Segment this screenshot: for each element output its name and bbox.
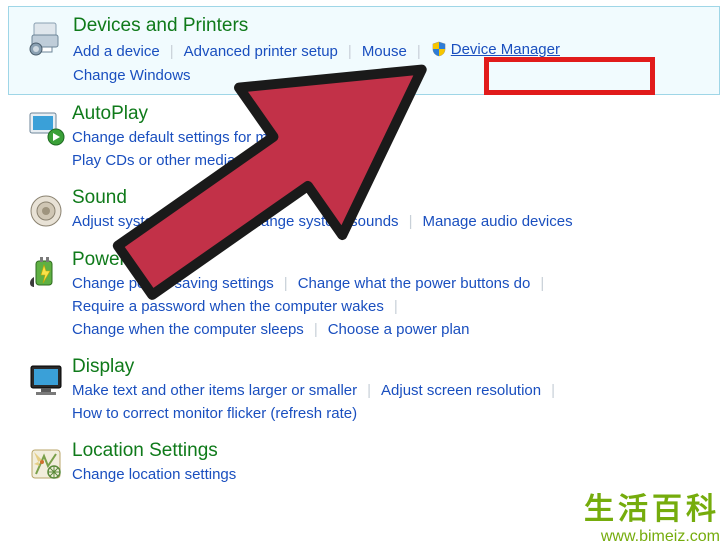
link-change-location[interactable]: Change location settings [72, 466, 236, 483]
links-row-2: How to correct monitor flicker (refresh … [72, 405, 718, 422]
link-play-cds[interactable]: Play CDs or other media automatically [72, 152, 327, 169]
separator: | [540, 275, 544, 292]
link-choose-plan[interactable]: Choose a power plan [328, 321, 470, 338]
link-power-saving[interactable]: Change power-saving settings [72, 275, 274, 292]
link-require-password[interactable]: Require a password when the computer wak… [72, 298, 384, 315]
separator: | [284, 275, 288, 292]
links-row-2: Change Windows [73, 67, 709, 84]
sound-icon [20, 187, 72, 231]
display-icon [20, 356, 72, 400]
link-resolution[interactable]: Adjust screen resolution [381, 382, 541, 399]
watermark-url: www.bimeiz.com [601, 528, 720, 546]
power-options-icon [20, 249, 72, 293]
separator: | [417, 43, 421, 60]
heading-display[interactable]: Display [72, 356, 718, 378]
separator: | [228, 213, 232, 230]
watermark-text: 生活百科 [584, 484, 720, 528]
links-row-2: Play CDs or other media automatically [72, 152, 718, 169]
links-row-3: Change when the computer sleeps | Choose… [72, 321, 718, 338]
uac-shield-icon [431, 41, 447, 61]
heading-power-options[interactable]: Power Options [72, 249, 718, 271]
link-change-system-sounds[interactable]: Change system sounds [242, 213, 399, 230]
section-devices-printers: Devices and Printers Add a device | Adva… [8, 6, 720, 95]
separator: | [409, 213, 413, 230]
separator: | [367, 382, 371, 399]
separator: | [394, 298, 398, 315]
link-manage-audio-devices[interactable]: Manage audio devices [422, 213, 572, 230]
separator: | [348, 43, 352, 60]
link-change-windows[interactable]: Change Windows [73, 67, 191, 84]
section-display: Display Make text and other items larger… [0, 348, 728, 432]
link-text-size[interactable]: Make text and other items larger or smal… [72, 382, 357, 399]
link-add-device[interactable]: Add a device [73, 43, 160, 60]
separator: | [379, 129, 383, 146]
link-change-default-media[interactable]: Change default settings for media or dev… [72, 129, 369, 146]
heading-devices-printers[interactable]: Devices and Printers [73, 15, 709, 37]
heading-sound[interactable]: Sound [72, 187, 718, 209]
devices-printers-icon [21, 15, 73, 59]
control-panel-page: Devices and Printers Add a device | Adva… [0, 6, 728, 494]
separator: | [551, 382, 555, 399]
link-power-buttons[interactable]: Change what the power buttons do [298, 275, 531, 292]
separator: | [314, 321, 318, 338]
links-row: Change default settings for media or dev… [72, 129, 718, 146]
link-mouse[interactable]: Mouse [362, 43, 407, 60]
links-row-1: Add a device | Advanced printer setup | … [73, 41, 709, 61]
section-autoplay: AutoPlay Change default settings for med… [0, 95, 728, 179]
link-monitor-flicker[interactable]: How to correct monitor flicker (refresh … [72, 405, 357, 422]
link-adjust-volume[interactable]: Adjust system volume [72, 213, 218, 230]
links-row-1: Change power-saving settings | Change wh… [72, 275, 718, 292]
section-power-options: Power Options Change power-saving settin… [0, 241, 728, 348]
separator: | [170, 43, 174, 60]
link-advanced-printer-setup[interactable]: Advanced printer setup [184, 43, 338, 60]
location-settings-icon [20, 440, 72, 484]
links-row: Adjust system volume | Change system sou… [72, 213, 718, 230]
link-sleep[interactable]: Change when the computer sleeps [72, 321, 304, 338]
links-row-1: Make text and other items larger or smal… [72, 382, 718, 399]
links-row-2: Require a password when the computer wak… [72, 298, 718, 315]
autoplay-icon [20, 103, 72, 147]
heading-autoplay[interactable]: AutoPlay [72, 103, 718, 125]
link-device-manager-wrap: Device Manager [431, 41, 560, 61]
section-sound: Sound Adjust system volume | Change syst… [0, 179, 728, 241]
links-row: Change location settings [72, 466, 718, 483]
link-device-manager[interactable]: Device Manager [451, 41, 560, 58]
heading-location-settings[interactable]: Location Settings [72, 440, 718, 462]
